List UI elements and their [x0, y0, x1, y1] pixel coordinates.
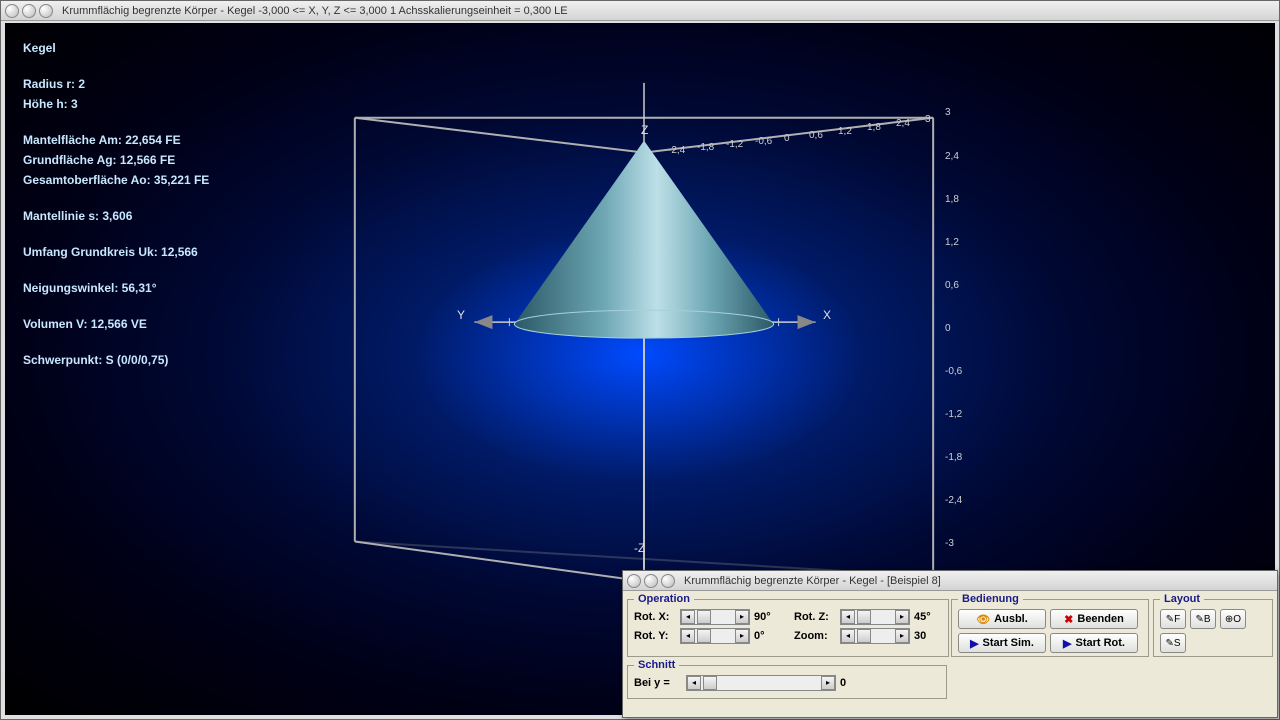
- right-tick: 2,4: [945, 151, 959, 162]
- zoom-slider[interactable]: ◂ ▸: [840, 628, 910, 644]
- window-button-2[interactable]: [22, 4, 36, 18]
- layout-f-button[interactable]: ✎F: [1160, 609, 1186, 629]
- right-tick: -1,8: [945, 452, 962, 463]
- roty-slider[interactable]: ◂ ▸: [680, 628, 750, 644]
- axis-x-label: X: [823, 308, 831, 322]
- arrow-right-icon[interactable]: ▸: [895, 629, 909, 643]
- rotx-value: 90°: [754, 611, 782, 623]
- close-icon: ✖: [1064, 613, 1073, 626]
- arrow-right-icon[interactable]: ▸: [735, 610, 749, 624]
- layout-legend: Layout: [1160, 593, 1204, 605]
- roty-value: 0°: [754, 630, 782, 642]
- right-tick: -2,4: [945, 495, 962, 506]
- rotx-slider[interactable]: ◂ ▸: [680, 609, 750, 625]
- arrow-left-icon[interactable]: ◂: [681, 610, 695, 624]
- layout-s-button[interactable]: ✎S: [1160, 633, 1186, 653]
- bedienung-legend: Bedienung: [958, 593, 1023, 605]
- bedienung-group: Bedienung 👁Ausbl. ✖Beenden ▶Start Sim. ▶…: [951, 593, 1149, 657]
- layout-b-button[interactable]: ✎B: [1190, 609, 1216, 629]
- play-icon: ▶: [970, 637, 978, 650]
- start-rot-button[interactable]: ▶Start Rot.: [1050, 633, 1138, 653]
- top-tick: -0,6: [755, 136, 772, 147]
- zoom-value: 30: [914, 630, 942, 642]
- eye-icon: 👁: [976, 613, 990, 626]
- right-tick: 1,2: [945, 237, 959, 248]
- beenden-button[interactable]: ✖Beenden: [1050, 609, 1138, 629]
- top-tick: 2,4: [896, 118, 910, 129]
- top-tick: 1,8: [867, 122, 881, 133]
- arrow-left-icon[interactable]: ◂: [841, 610, 855, 624]
- right-tick: 3: [945, 107, 951, 118]
- window-button-3[interactable]: [661, 574, 675, 588]
- arrow-left-icon[interactable]: ◂: [687, 676, 701, 690]
- schnitt-legend: Schnitt: [634, 659, 679, 671]
- top-tick: 0: [784, 133, 790, 144]
- window-button-3[interactable]: [39, 4, 53, 18]
- top-tick: -1,2: [726, 139, 743, 150]
- top-tick: 3: [925, 114, 931, 125]
- main-title: Krummflächig begrenzte Körper - Kegel -3…: [62, 5, 568, 17]
- window-button-1[interactable]: [627, 574, 641, 588]
- arrow-left-icon[interactable]: ◂: [841, 629, 855, 643]
- arrow-left-icon[interactable]: ◂: [681, 629, 695, 643]
- right-tick: 0,6: [945, 280, 959, 291]
- axis-zneg-label: -Z: [634, 541, 645, 555]
- right-tick: 0: [945, 323, 951, 334]
- play-icon: ▶: [1063, 637, 1071, 650]
- schnitt-value: 0: [840, 677, 868, 689]
- arrow-right-icon[interactable]: ▸: [735, 629, 749, 643]
- schnitt-slider[interactable]: ◂ ▸: [686, 675, 836, 691]
- rotz-slider[interactable]: ◂ ▸: [840, 609, 910, 625]
- main-titlebar[interactable]: Krummflächig begrenzte Körper - Kegel -3…: [1, 1, 1279, 21]
- arrow-right-icon[interactable]: ▸: [821, 676, 835, 690]
- ausblenden-button[interactable]: 👁Ausbl.: [958, 609, 1046, 629]
- operation-group: Operation Rot. X: ◂ ▸ 90° Rot. Z: ◂ ▸ 45…: [627, 593, 949, 657]
- rotx-label: Rot. X:: [634, 611, 676, 623]
- axis-z-label: Z: [641, 123, 648, 137]
- schnitt-group: Schnitt Bei y = ◂ ▸ 0: [627, 659, 947, 699]
- right-tick: -3: [945, 538, 954, 549]
- top-tick: 0,6: [809, 130, 823, 141]
- rotz-label: Rot. Z:: [794, 611, 836, 623]
- arrow-right-icon[interactable]: ▸: [895, 610, 909, 624]
- schnitt-label: Bei y =: [634, 677, 682, 689]
- top-tick: 1,2: [838, 126, 852, 137]
- window-button-2[interactable]: [644, 574, 658, 588]
- layout-o-button[interactable]: ⊕O: [1220, 609, 1246, 629]
- roty-label: Rot. Y:: [634, 630, 676, 642]
- zoom-label: Zoom:: [794, 630, 836, 642]
- start-sim-button[interactable]: ▶Start Sim.: [958, 633, 1046, 653]
- top-tick: -1,8: [697, 142, 714, 153]
- control-window[interactable]: Krummflächig begrenzte Körper - Kegel - …: [622, 570, 1278, 718]
- top-tick: -2,4: [668, 145, 685, 156]
- window-button-1[interactable]: [5, 4, 19, 18]
- right-tick: 1,8: [945, 194, 959, 205]
- right-tick: -1,2: [945, 409, 962, 420]
- operation-legend: Operation: [634, 593, 694, 605]
- control-titlebar[interactable]: Krummflächig begrenzte Körper - Kegel - …: [623, 571, 1277, 591]
- axis-y-label: Y: [457, 308, 465, 322]
- right-tick: -0,6: [945, 366, 962, 377]
- rotz-value: 45°: [914, 611, 942, 623]
- layout-group: Layout ✎F ✎B ⊕O ✎S: [1153, 593, 1273, 657]
- control-title: Krummflächig begrenzte Körper - Kegel - …: [684, 575, 941, 587]
